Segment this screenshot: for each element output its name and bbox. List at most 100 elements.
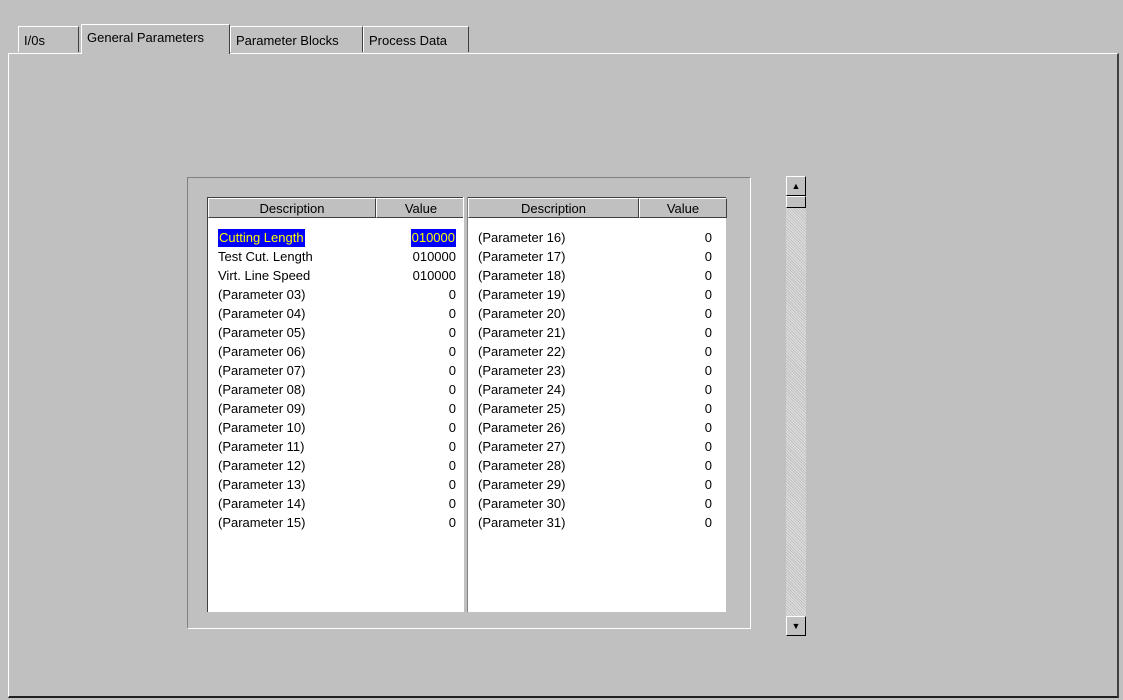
row-description: (Parameter 29) [478,477,566,492]
table-row[interactable]: (Parameter 10) 0 [208,419,466,438]
row-value: 0 [704,420,712,435]
table-row[interactable]: (Parameter 27) 0 [468,438,726,457]
row-value: 010000 [412,268,456,283]
row-description: (Parameter 11) [218,439,305,454]
table-row[interactable]: (Parameter 15) 0 [208,514,466,533]
table-row[interactable]: (Parameter 05) 0 [208,324,466,343]
table-row[interactable]: (Parameter 24) 0 [468,381,726,400]
row-description: (Parameter 06) [218,344,306,359]
row-description: (Parameter 25) [478,401,566,416]
table-row[interactable]: (Parameter 14) 0 [208,495,466,514]
tab-ios[interactable]: I/0s [18,26,79,52]
row-description: (Parameter 16) [478,230,566,245]
row-value: 0 [448,382,456,397]
row-description: (Parameter 18) [478,268,566,283]
table-row[interactable]: (Parameter 29) 0 [468,476,726,495]
table-row[interactable]: (Parameter 23) 0 [468,362,726,381]
row-value: 0 [448,439,456,454]
table-row[interactable]: (Parameter 09) 0 [208,400,466,419]
table-row[interactable]: (Parameter 19) 0 [468,286,726,305]
table-row[interactable]: (Parameter 22) 0 [468,343,726,362]
row-value: 0 [704,477,712,492]
column-header-value[interactable]: Value [376,198,466,218]
row-description: (Parameter 27) [478,439,566,454]
table-row[interactable]: (Parameter 03) 0 [208,286,466,305]
row-description: Test Cut. Length [218,249,313,264]
row-description: (Parameter 12) [218,458,306,473]
row-value: 0 [704,325,712,340]
table-row[interactable]: (Parameter 12) 0 [208,457,466,476]
row-value: 010000 [412,249,456,264]
table-row[interactable]: (Parameter 16) 0 [468,229,726,248]
column-header-value[interactable]: Value [639,198,727,218]
table-row[interactable]: (Parameter 08) 0 [208,381,466,400]
table-row[interactable]: (Parameter 18) 0 [468,267,726,286]
parameter-table-panel: Description Value Cutting Length 010000 Te… [187,177,751,629]
table-row[interactable]: (Parameter 17) 0 [468,248,726,267]
scroll-thumb[interactable] [786,196,806,208]
row-description: (Parameter 08) [218,382,306,397]
table-row[interactable]: (Parameter 30) 0 [468,495,726,514]
row-description: (Parameter 21) [478,325,566,340]
table-row[interactable]: (Parameter 28) 0 [468,457,726,476]
row-description: (Parameter 15) [218,515,306,530]
parameter-list-left[interactable]: Description Value Cutting Length 010000 Te… [207,197,466,612]
row-description: (Parameter 28) [478,458,566,473]
row-value: 0 [704,458,712,473]
row-description: (Parameter 04) [218,306,306,321]
vertical-scrollbar[interactable]: ▲ ▼ [786,176,806,636]
table-row[interactable]: (Parameter 20) 0 [468,305,726,324]
row-value: 0 [704,515,712,530]
row-description: (Parameter 31) [478,515,566,530]
row-value: 0 [448,496,456,511]
row-value: 0 [704,363,712,378]
row-value: 0 [448,401,456,416]
table-row[interactable]: (Parameter 11) 0 [208,438,466,457]
arrow-up-icon: ▲ [791,181,801,191]
row-description: Cutting Length [218,229,305,247]
table-row[interactable]: (Parameter 21) 0 [468,324,726,343]
row-description: (Parameter 20) [478,306,566,321]
row-description: (Parameter 10) [218,420,306,435]
table-row[interactable]: Test Cut. Length 010000 [208,248,466,267]
row-value: 0 [704,382,712,397]
row-value: 0 [704,287,712,302]
row-value: 0 [704,230,712,245]
row-description: (Parameter 19) [478,287,566,302]
tab-general-parameters[interactable]: General Parameters [81,24,230,54]
row-value: 0 [704,249,712,264]
row-description: (Parameter 17) [478,249,566,264]
row-description: (Parameter 09) [218,401,306,416]
row-description: (Parameter 24) [478,382,566,397]
row-value: 010000 [410,229,456,247]
row-value: 0 [448,287,456,302]
table-row[interactable]: (Parameter 31) 0 [468,514,726,533]
row-value: 0 [704,344,712,359]
table-row[interactable]: Cutting Length 010000 [208,229,466,248]
row-value: 0 [448,344,456,359]
column-header-description[interactable]: Description [468,198,639,218]
column-splitter[interactable] [463,197,468,612]
row-value: 0 [704,439,712,454]
row-description: (Parameter 23) [478,363,566,378]
table-row[interactable]: (Parameter 07) 0 [208,362,466,381]
table-row[interactable]: Virt. Line Speed 010000 [208,267,466,286]
column-header-description[interactable]: Description [208,198,376,218]
row-value: 0 [448,306,456,321]
row-description: (Parameter 22) [478,344,566,359]
tab-process-data[interactable]: Process Data [363,26,469,52]
row-value: 0 [448,363,456,378]
row-description: Virt. Line Speed [218,268,311,283]
table-row[interactable]: (Parameter 25) 0 [468,400,726,419]
table-row[interactable]: (Parameter 06) 0 [208,343,466,362]
row-description: (Parameter 14) [218,496,306,511]
table-row[interactable]: (Parameter 13) 0 [208,476,466,495]
table-row[interactable]: (Parameter 26) 0 [468,419,726,438]
parameter-list-right[interactable]: Description Value (Parameter 16) 0 (Parame… [467,197,727,612]
row-value: 0 [704,268,712,283]
scroll-down-button[interactable]: ▼ [786,616,806,636]
table-row[interactable]: (Parameter 04) 0 [208,305,466,324]
tab-parameter-blocks[interactable]: Parameter Blocks [230,26,363,52]
scroll-up-button[interactable]: ▲ [786,176,806,196]
row-value: 0 [448,477,456,492]
